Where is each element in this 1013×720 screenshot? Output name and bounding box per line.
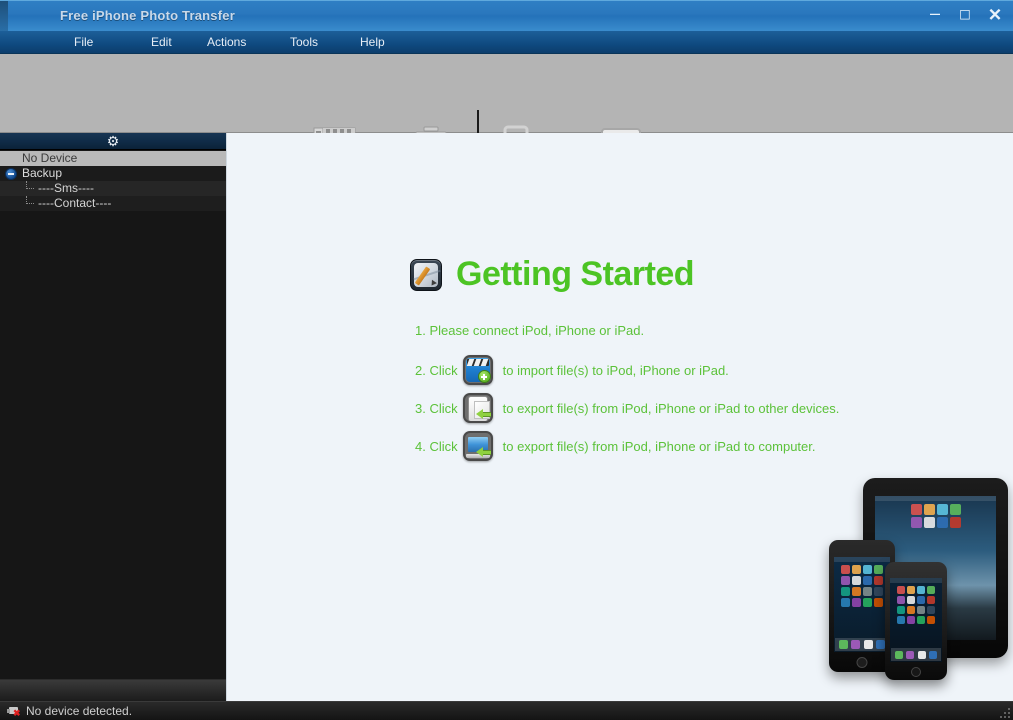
main-content: Getting Started 1. Please connect iPod, … bbox=[226, 133, 1013, 701]
tree-item-label: ----Contact---- bbox=[38, 196, 111, 210]
gear-icon[interactable]: ⚙ bbox=[105, 134, 121, 149]
close-icon: ✕ bbox=[988, 7, 1002, 24]
step-2-text: 2. Click bbox=[415, 363, 458, 378]
tree-item-contact[interactable]: ----Contact---- bbox=[0, 196, 226, 211]
resize-grip[interactable] bbox=[998, 706, 1010, 718]
window-controls: – ☐ ✕ bbox=[925, 5, 1005, 25]
step-4-tail: to export file(s) from iPod, iPhone or i… bbox=[503, 439, 816, 454]
menu-item-help[interactable]: Help bbox=[354, 34, 391, 51]
sidebar: ⚙ No Device Backup ----Sms---- ----Conta… bbox=[0, 133, 226, 701]
tree-item-sms[interactable]: ----Sms---- bbox=[0, 181, 226, 196]
status-bar: ✖ No device detected. bbox=[0, 701, 1013, 720]
toolbar: Upgrade bbox=[0, 54, 1013, 133]
step-2: 2. Click to import file(s) to iPod, iPho… bbox=[415, 355, 729, 385]
menu-item-tools[interactable]: Tools bbox=[284, 34, 324, 51]
maximize-button[interactable]: ☐ bbox=[955, 5, 975, 25]
device-disconnected-icon: ✖ bbox=[7, 705, 20, 717]
tree-item-label: Backup bbox=[22, 166, 62, 180]
export-to-computer-icon[interactable] bbox=[463, 431, 493, 461]
export-to-device-icon[interactable] bbox=[463, 393, 493, 423]
application-window: Free iPhone Photo Transfer – ☐ ✕ File Ed… bbox=[0, 0, 1013, 720]
menu-item-file[interactable]: File bbox=[68, 34, 99, 51]
step-2-tail: to import file(s) to iPod, iPhone or iPa… bbox=[503, 363, 729, 378]
tree-item-backup[interactable]: Backup bbox=[0, 166, 226, 181]
window-title: Free iPhone Photo Transfer bbox=[60, 8, 235, 23]
step-1: 1. Please connect iPod, iPhone or iPad. bbox=[415, 323, 649, 338]
minimize-icon: – bbox=[930, 4, 940, 22]
menu-item-actions[interactable]: Actions bbox=[201, 34, 252, 51]
page-title: Getting Started bbox=[456, 255, 694, 294]
step-1-text: 1. Please connect iPod, iPhone or iPad. bbox=[415, 323, 644, 338]
devices-illustration bbox=[823, 478, 1008, 688]
status-message: No device detected. bbox=[26, 704, 132, 719]
notes-pencil-icon bbox=[410, 259, 442, 291]
import-media-icon[interactable] bbox=[463, 355, 493, 385]
title-bar: Free iPhone Photo Transfer – ☐ ✕ bbox=[0, 0, 1013, 31]
tree-item-no-device[interactable]: No Device bbox=[0, 151, 226, 166]
tree-item-label: ----Sms---- bbox=[38, 181, 94, 195]
menu-item-edit[interactable]: Edit bbox=[145, 34, 178, 51]
maximize-icon: ☐ bbox=[959, 9, 971, 22]
sidebar-footer bbox=[0, 679, 226, 701]
tree-branch-icon bbox=[26, 196, 36, 211]
step-4-text: 4. Click bbox=[415, 439, 458, 454]
step-3: 3. Click to export file(s) from iPod, iP… bbox=[415, 393, 839, 423]
collapse-toggle-icon[interactable] bbox=[5, 168, 17, 180]
step-4: 4. Click to export file(s) from iPod, iP… bbox=[415, 431, 816, 461]
getting-started-header: Getting Started bbox=[410, 255, 694, 294]
menu-bar: File Edit Actions Tools Help bbox=[0, 31, 1013, 54]
close-button[interactable]: ✕ bbox=[985, 5, 1005, 25]
ipod-touch-image bbox=[885, 562, 947, 680]
minimize-button[interactable]: – bbox=[925, 5, 945, 25]
step-3-text: 3. Click bbox=[415, 401, 458, 416]
device-tree: No Device Backup ----Sms---- ----Contact… bbox=[0, 151, 226, 211]
tree-branch-icon bbox=[26, 181, 36, 196]
sidebar-header: ⚙ bbox=[0, 133, 226, 150]
step-3-tail: to export file(s) from iPod, iPhone or i… bbox=[503, 401, 840, 416]
tree-item-label: No Device bbox=[22, 151, 77, 165]
